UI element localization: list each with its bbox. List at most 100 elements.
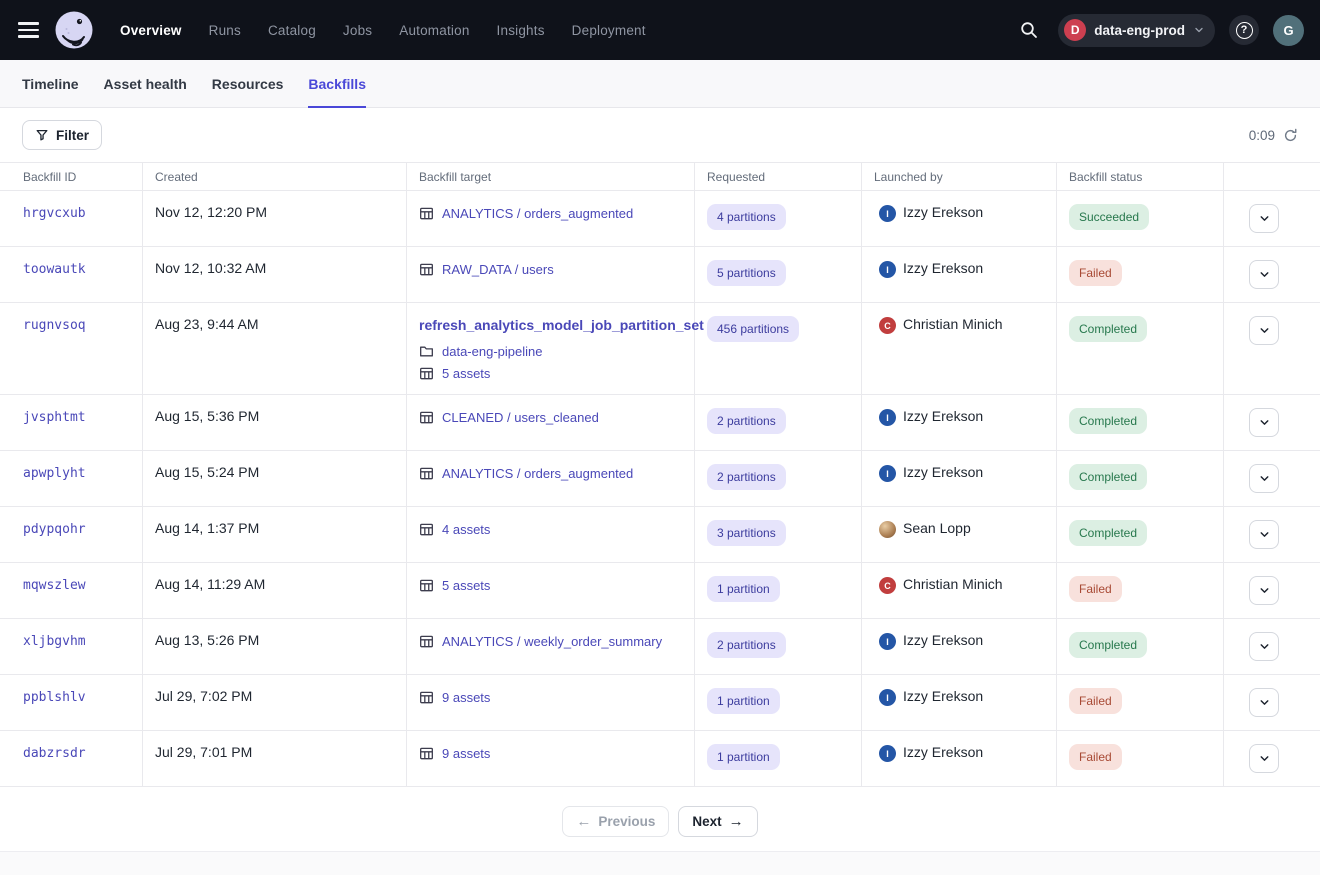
row-actions-button[interactable] xyxy=(1249,316,1279,345)
launched-by-name: Izzy Erekson xyxy=(903,744,983,760)
workspace-selector[interactable]: D data-eng-prod xyxy=(1058,14,1215,47)
row-actions-button[interactable] xyxy=(1249,520,1279,549)
search-icon[interactable] xyxy=(1014,15,1044,45)
backfill-id-link[interactable]: mqwszlew xyxy=(23,578,86,593)
next-page-button[interactable]: Next → xyxy=(678,806,757,837)
backfill-id-link[interactable]: apwplyht xyxy=(23,466,86,481)
backfill-id-link[interactable]: dabzrsdr xyxy=(23,746,86,761)
requested-partitions-badge: 1 partition xyxy=(707,744,780,770)
requested-partitions-badge: 1 partition xyxy=(707,688,780,714)
target-link[interactable]: 5 assets xyxy=(442,578,490,593)
target-link[interactable]: 9 assets xyxy=(442,690,490,705)
target-link[interactable]: ANALYTICS / orders_augmented xyxy=(442,466,633,481)
hamburger-menu-icon[interactable] xyxy=(18,18,42,42)
launched-by-avatar: C xyxy=(879,577,896,594)
requested-partitions-badge: 3 partitions xyxy=(707,520,786,546)
job-title-link[interactable]: refresh_analytics_model_job_partition_se… xyxy=(419,317,682,333)
row-actions-button[interactable] xyxy=(1249,576,1279,605)
folder-icon xyxy=(419,344,434,359)
nav-item-runs[interactable]: Runs xyxy=(209,23,241,38)
target-link[interactable]: 9 assets xyxy=(442,746,490,761)
table-icon xyxy=(419,746,434,761)
created-timestamp: Jul 29, 7:01 PM xyxy=(155,744,252,760)
filter-button[interactable]: Filter xyxy=(22,120,102,150)
column-header-created: Created xyxy=(143,163,407,190)
row-actions-button[interactable] xyxy=(1249,260,1279,289)
table-icon xyxy=(419,366,434,381)
nav-item-automation[interactable]: Automation xyxy=(399,23,469,38)
backfill-id-link[interactable]: pdypqohr xyxy=(23,522,86,537)
help-icon[interactable]: ? xyxy=(1229,15,1259,45)
nav-item-catalog[interactable]: Catalog xyxy=(268,23,316,38)
row-actions-button[interactable] xyxy=(1249,204,1279,233)
target-link[interactable]: ANALYTICS / orders_augmented xyxy=(442,206,633,221)
backfill-id-link[interactable]: jvsphtmt xyxy=(23,410,86,425)
dagster-logo[interactable] xyxy=(54,10,94,50)
backfill-id-link[interactable]: xljbgvhm xyxy=(23,634,86,649)
backfill-status-badge: Failed xyxy=(1069,260,1122,286)
backfill-target-cell: 9 assets xyxy=(407,731,695,786)
row-actions-button[interactable] xyxy=(1249,744,1279,773)
backfill-target-cell: ANALYTICS / orders_augmented xyxy=(407,191,695,246)
backfill-status-badge: Completed xyxy=(1069,408,1147,434)
launched-by-avatar: I xyxy=(879,465,896,482)
refresh-icon[interactable] xyxy=(1283,128,1298,143)
requested-partitions-badge: 456 partitions xyxy=(707,316,799,342)
target-link[interactable]: data-eng-pipeline xyxy=(442,344,542,359)
nav-item-overview[interactable]: Overview xyxy=(120,23,182,38)
backfill-target-cell: refresh_analytics_model_job_partition_se… xyxy=(407,303,695,394)
backfill-status-badge: Completed xyxy=(1069,632,1147,658)
backfill-target-cell: ANALYTICS / orders_augmented xyxy=(407,451,695,506)
nav-item-deployment[interactable]: Deployment xyxy=(572,23,646,38)
nav-item-insights[interactable]: Insights xyxy=(497,23,545,38)
tab-timeline[interactable]: Timeline xyxy=(22,60,79,108)
table-row: dabzrsdr Jul 29, 7:01 PM 9 assets 1 part… xyxy=(0,731,1320,787)
backfill-id-link[interactable]: toowautk xyxy=(23,262,86,277)
launched-by-avatar xyxy=(879,521,896,538)
chevron-down-icon xyxy=(1258,696,1271,709)
table-row: xljbgvhm Aug 13, 5:26 PM ANALYTICS / wee… xyxy=(0,619,1320,675)
row-actions-button[interactable] xyxy=(1249,688,1279,717)
launched-by-avatar: I xyxy=(879,409,896,426)
row-actions-button[interactable] xyxy=(1249,464,1279,493)
backfill-status-badge: Completed xyxy=(1069,464,1147,490)
created-timestamp: Nov 12, 12:20 PM xyxy=(155,204,267,220)
table-row: hrgvcxub Nov 12, 12:20 PM ANALYTICS / or… xyxy=(0,191,1320,247)
arrow-right-icon: → xyxy=(729,813,744,830)
tab-backfills[interactable]: Backfills xyxy=(308,60,366,108)
backfill-target-cell: CLEANED / users_cleaned xyxy=(407,395,695,450)
nav-item-jobs[interactable]: Jobs xyxy=(343,23,372,38)
row-actions-button[interactable] xyxy=(1249,408,1279,437)
refresh-countdown: 0:09 xyxy=(1249,128,1275,143)
backfill-id-link[interactable]: rugnvsoq xyxy=(23,318,86,333)
backfill-status-badge: Failed xyxy=(1069,688,1122,714)
backfill-status-badge: Failed xyxy=(1069,744,1122,770)
created-timestamp: Nov 12, 10:32 AM xyxy=(155,260,266,276)
overview-tab-bar: Timeline Asset health Resources Backfills xyxy=(0,60,1320,108)
target-link[interactable]: CLEANED / users_cleaned xyxy=(442,410,599,425)
backfill-id-link[interactable]: ppblshlv xyxy=(23,690,86,705)
row-actions-button[interactable] xyxy=(1249,632,1279,661)
table-icon xyxy=(419,206,434,221)
launched-by-name: Christian Minich xyxy=(903,316,1003,332)
target-link[interactable]: RAW_DATA / users xyxy=(442,262,554,277)
user-avatar[interactable]: G xyxy=(1273,15,1304,46)
column-header-actions xyxy=(1224,163,1320,190)
chevron-down-icon xyxy=(1258,752,1271,765)
primary-nav: Overview Runs Catalog Jobs Automation Insight… xyxy=(120,23,646,38)
target-link[interactable]: 5 assets xyxy=(442,366,490,381)
table-row: rugnvsoq Aug 23, 9:44 AM refresh_analyti… xyxy=(0,303,1320,395)
tab-asset-health[interactable]: Asset health xyxy=(104,60,187,108)
created-timestamp: Aug 15, 5:24 PM xyxy=(155,464,259,480)
target-link[interactable]: 4 assets xyxy=(442,522,490,537)
workspace-name: data-eng-prod xyxy=(1094,23,1185,38)
table-icon xyxy=(419,578,434,593)
backfill-id-link[interactable]: hrgvcxub xyxy=(23,206,86,221)
backfill-status-badge: Completed xyxy=(1069,316,1147,342)
table-body: hrgvcxub Nov 12, 12:20 PM ANALYTICS / or… xyxy=(0,191,1320,787)
target-link[interactable]: ANALYTICS / weekly_order_summary xyxy=(442,634,662,649)
table-icon xyxy=(419,410,434,425)
tab-resources[interactable]: Resources xyxy=(212,60,284,108)
previous-page-button[interactable]: ← Previous xyxy=(562,806,669,837)
table-icon xyxy=(419,634,434,649)
